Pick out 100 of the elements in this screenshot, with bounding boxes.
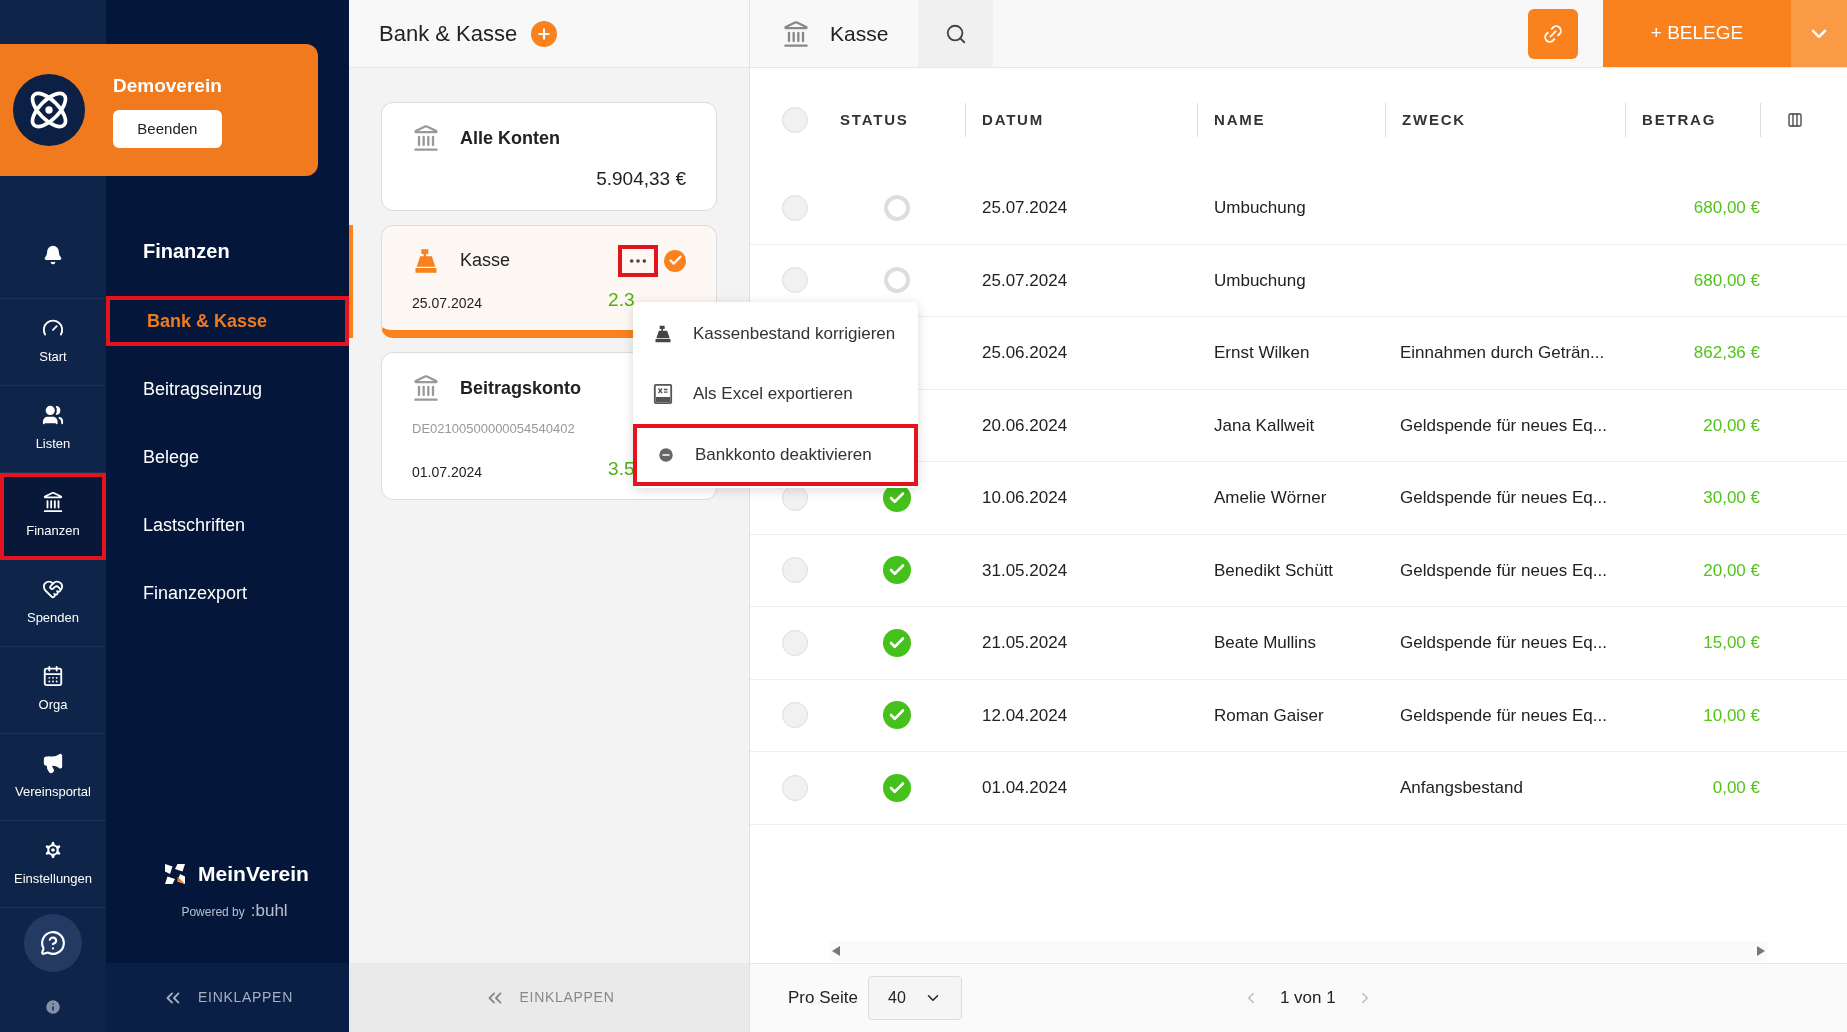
subnav-item[interactable]: Lastschriften bbox=[106, 500, 349, 550]
page-indicator: 1 von 1 bbox=[1279, 987, 1336, 1010]
table-cell: 12.04.2024 bbox=[982, 705, 1068, 725]
bank-icon bbox=[412, 124, 440, 152]
section-title: Finanzen bbox=[142, 239, 231, 264]
amount-cell-text: 0,00 € bbox=[1712, 777, 1760, 799]
table-cell: Benedikt Schütt bbox=[1214, 560, 1334, 580]
heart-hands-icon bbox=[42, 578, 64, 601]
megaphone-icon bbox=[42, 752, 64, 775]
column-header[interactable]: BETRAG bbox=[1642, 108, 1717, 132]
users-icon bbox=[42, 404, 64, 427]
add-account-button[interactable] bbox=[531, 20, 558, 47]
account-name: Beitragskonto bbox=[460, 376, 582, 400]
bank-icon bbox=[42, 491, 64, 514]
table-cell: Umbuchung bbox=[1214, 270, 1306, 290]
bank-icon bbox=[782, 19, 810, 48]
bank-icon bbox=[412, 374, 440, 402]
account-balance: 2.3 bbox=[608, 287, 635, 312]
link-button[interactable] bbox=[1528, 8, 1578, 59]
info-icon[interactable] bbox=[44, 998, 62, 1016]
account-date: 25.07.2024 bbox=[412, 294, 483, 313]
row-checkbox[interactable] bbox=[782, 702, 808, 729]
table-cell: 25.07.2024 bbox=[982, 198, 1068, 217]
collapse-button[interactable]: EINKLAPPEN bbox=[106, 963, 349, 1032]
amount-cell-text: 20,00 € bbox=[1703, 559, 1760, 582]
bell-icon bbox=[43, 245, 63, 265]
menu-item[interactable]: Bankkonto deaktivieren bbox=[633, 423, 918, 486]
amount-cell-text: 862,36 € bbox=[1693, 342, 1760, 364]
per-page-select[interactable]: 40 bbox=[867, 976, 962, 1020]
select-all-checkbox[interactable] bbox=[782, 107, 808, 133]
scroll-right-icon[interactable] bbox=[1757, 946, 1765, 956]
rail-item[interactable]: Finanzen bbox=[0, 473, 106, 560]
horizontal-scrollbar[interactable] bbox=[830, 941, 1767, 961]
search-icon bbox=[944, 22, 967, 45]
table-cell: Roman Gaiser bbox=[1214, 705, 1324, 725]
table-cell: 20.06.2024 bbox=[982, 415, 1068, 435]
maker-name: :buhl bbox=[250, 899, 288, 922]
table-cell: 31.05.2024 bbox=[982, 560, 1068, 580]
subnav-item[interactable]: Belege bbox=[106, 432, 349, 482]
account-balance: 3.5 bbox=[608, 456, 635, 481]
end-button[interactable]: Beenden bbox=[113, 110, 222, 149]
column-header[interactable]: ZWECK bbox=[1402, 108, 1466, 132]
subnav-item[interactable]: Beitragseinzug bbox=[106, 364, 349, 414]
iban-text: DE02100500000054540402 bbox=[412, 420, 576, 438]
chevron-down-icon bbox=[1811, 29, 1827, 38]
table-cell: Geldspende für neues Eq... bbox=[1400, 560, 1607, 580]
account-card[interactable]: Alle Konten 5.904,33 € bbox=[381, 102, 717, 211]
amount-cell-text: 30,00 € bbox=[1703, 487, 1760, 509]
column-header[interactable]: STATUS bbox=[840, 108, 909, 132]
amount-cell-text: 680,00 € bbox=[1693, 269, 1760, 292]
table-cell: Ernst Wilken bbox=[1214, 343, 1310, 362]
table-cell: 01.04.2024 bbox=[982, 778, 1068, 797]
table-cell: Beate Mullins bbox=[1214, 633, 1317, 652]
table-cell: Geldspende für neues Eq... bbox=[1400, 633, 1607, 652]
account-balance: 5.904,33 € bbox=[596, 167, 686, 191]
account-date: 01.07.2024 bbox=[412, 463, 483, 482]
table-cell: Jana Kallweit bbox=[1214, 415, 1315, 435]
column-header[interactable]: NAME bbox=[1214, 108, 1266, 132]
table-cell: Umbuchung bbox=[1214, 198, 1306, 217]
calendar-icon bbox=[42, 665, 64, 688]
cash-register-icon bbox=[653, 323, 673, 344]
row-checkbox[interactable] bbox=[782, 194, 808, 221]
more-button[interactable] bbox=[618, 244, 658, 277]
subnav-item[interactable]: Bank & Kasse bbox=[106, 296, 349, 346]
brand-name: MeinVerein bbox=[198, 861, 309, 887]
check-badge bbox=[664, 249, 686, 272]
amount-cell-text: 20,00 € bbox=[1703, 414, 1760, 437]
settings-icon bbox=[42, 839, 64, 862]
scroll-left-icon[interactable] bbox=[832, 946, 840, 956]
per-page-label: Pro Seite bbox=[788, 987, 858, 1010]
powered-by-text: Powered by bbox=[181, 903, 245, 921]
panel-title: Bank & Kasse bbox=[379, 20, 518, 48]
question-bubble-icon bbox=[40, 930, 66, 956]
amount-cell-text: 10,00 € bbox=[1703, 704, 1760, 727]
ledger-title: Kasse bbox=[830, 20, 889, 47]
table-cell: Geldspende für neues Eq... bbox=[1400, 705, 1607, 725]
columns-icon[interactable] bbox=[1787, 112, 1803, 128]
org-name: Demoverein bbox=[113, 73, 222, 98]
minus-circle-icon bbox=[657, 445, 675, 464]
amount-cell-text: 15,00 € bbox=[1703, 632, 1760, 654]
table-cell: 21.05.2024 bbox=[982, 633, 1068, 652]
row-checkbox[interactable] bbox=[782, 557, 808, 584]
table-cell: 25.06.2024 bbox=[982, 343, 1068, 362]
account-name: Alle Konten bbox=[460, 126, 560, 150]
dots-icon bbox=[629, 258, 647, 263]
table-cell: 10.06.2024 bbox=[982, 488, 1068, 507]
table-cell: Geldspende für neues Eq... bbox=[1400, 488, 1607, 507]
table-cell: Amelie Wörner bbox=[1214, 488, 1327, 507]
subnav-item[interactable]: Finanzexport bbox=[106, 568, 349, 618]
table-cell: Geldspende für neues Eq... bbox=[1400, 415, 1607, 435]
search-button[interactable] bbox=[918, 0, 994, 67]
table-cell: Einnahmen durch Geträn... bbox=[1400, 343, 1605, 362]
table-cell: 25.07.2024 bbox=[982, 270, 1068, 290]
row-checkbox[interactable] bbox=[782, 629, 808, 656]
row-checkbox[interactable] bbox=[782, 774, 808, 801]
table-cell: Anfangsbestand bbox=[1400, 778, 1523, 797]
account-name: Kasse bbox=[460, 249, 511, 272]
amount-cell-text: 680,00 € bbox=[1693, 197, 1760, 219]
column-header[interactable]: DATUM bbox=[982, 108, 1045, 132]
row-checkbox[interactable] bbox=[782, 267, 808, 294]
